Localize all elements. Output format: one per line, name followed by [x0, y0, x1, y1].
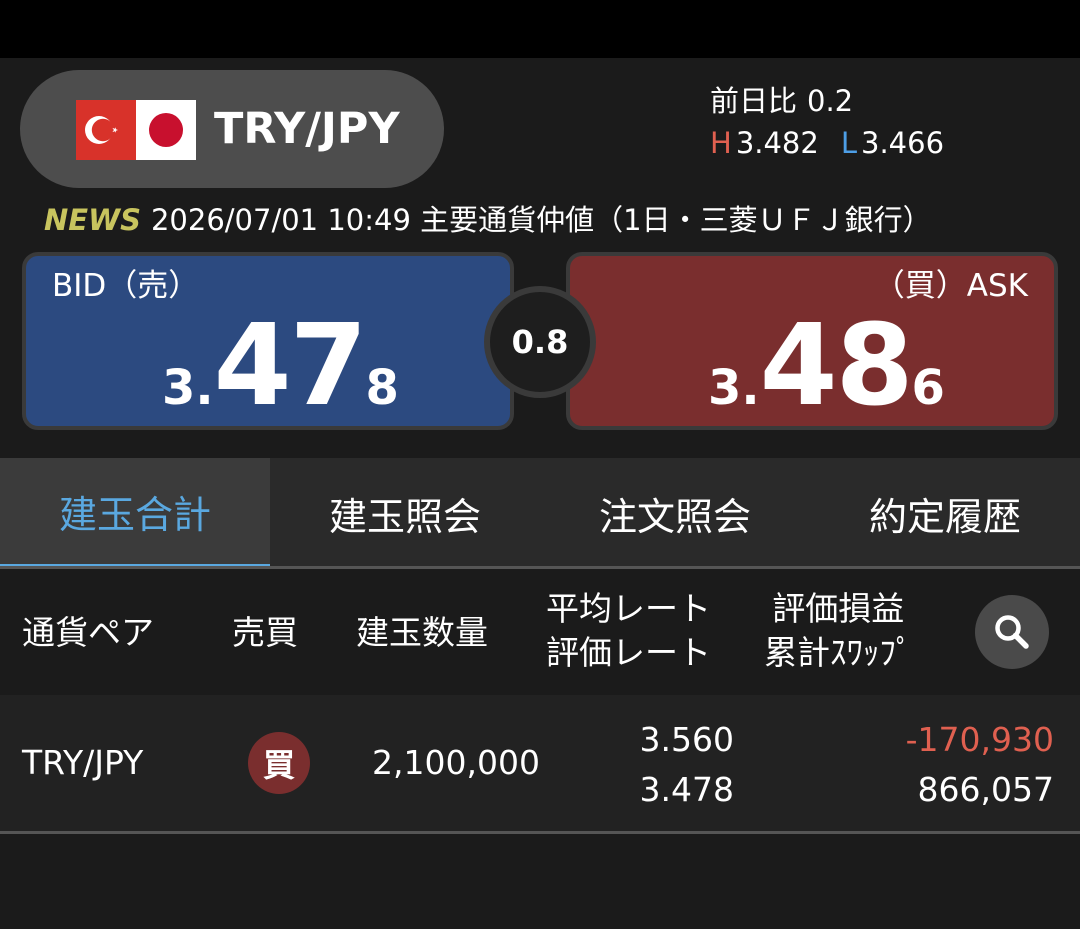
- ask-label: （買）ASK: [873, 268, 1028, 304]
- row-eval-pl: -170,930: [905, 720, 1054, 759]
- table-header: 通貨ペア 売買 建玉数量 平均レート 評価レート 評価損益 累計ｽﾜｯﾌﾟ: [0, 569, 1080, 695]
- header-avg-rate: 平均レート: [546, 589, 711, 628]
- ask-price-main: 48: [759, 301, 914, 431]
- row-swap: 866,057: [917, 770, 1054, 809]
- high-low: H 3.482 L 3.466: [710, 122, 944, 164]
- bid-price-tail: 8: [365, 360, 399, 416]
- row-pair: TRY/JPY: [22, 743, 144, 782]
- bid-price-prefix: 3.: [162, 360, 214, 416]
- bid-label: BID（売）: [52, 268, 200, 304]
- price-stats: 前日比 0.2 H 3.482 L 3.466: [710, 80, 944, 164]
- header-pl: 評価損益 累計ｽﾜｯﾌﾟ: [764, 587, 913, 675]
- row-avg-rate: 3.560: [639, 720, 734, 759]
- prev-day-change: 前日比 0.2: [710, 80, 944, 122]
- status-bar: [0, 0, 1080, 58]
- row-side: 買: [262, 746, 295, 784]
- header-swap: 累計ｽﾜｯﾌﾟ: [764, 633, 913, 672]
- news-text: 2026/07/01 10:49 主要通貨仲値（1日・三菱ＵＦＪ銀行）: [150, 203, 932, 237]
- tab-position-summary[interactable]: 建玉合計: [0, 458, 270, 568]
- tab-order-inquiry[interactable]: 注文照会: [540, 458, 810, 568]
- header-eval-pl: 評価損益: [772, 589, 905, 628]
- search-button[interactable]: [975, 595, 1049, 669]
- high-value: 3.482: [735, 126, 819, 160]
- header-rate: 平均レート 評価レート: [546, 587, 711, 675]
- currency-pair-selector[interactable]: TRY/JPY: [20, 70, 444, 188]
- header-qty: 建玉数量: [356, 613, 488, 652]
- turkey-flag-icon: [76, 100, 136, 160]
- prev-day-label: 前日比: [710, 84, 798, 118]
- row-side-badge: 買: [248, 732, 310, 794]
- spread-badge: 0.8: [484, 286, 596, 398]
- bid-price: 3.478: [162, 310, 399, 422]
- row-divider: [0, 831, 1080, 834]
- row-pl: -170,930 866,057: [906, 715, 1054, 815]
- ask-price-prefix: 3.: [708, 360, 760, 416]
- pair-name: TRY/JPY: [214, 104, 400, 154]
- header-side: 売買: [232, 613, 298, 652]
- table-row[interactable]: TRY/JPY 買 2,100,000 3.560 3.478 -170,930…: [0, 695, 1080, 831]
- japan-flag-icon: [136, 100, 196, 160]
- ask-buy-button[interactable]: （買）ASK 3.486: [566, 252, 1058, 430]
- header-eval-rate: 評価レート: [546, 633, 711, 672]
- bid-sell-button[interactable]: BID（売） 3.478: [22, 252, 514, 430]
- ask-price-tail: 6: [911, 360, 945, 416]
- row-eval-rate: 3.478: [639, 770, 734, 809]
- news-tag: NEWS: [44, 203, 141, 237]
- header-pair: 通貨ペア: [22, 613, 154, 652]
- news-ticker[interactable]: NEWS 2026/07/01 10:49 主要通貨仲値（1日・三菱ＵＦＪ銀行）: [44, 198, 1064, 242]
- row-qty: 2,100,000: [372, 743, 540, 782]
- tab-execution-history[interactable]: 約定履歴: [810, 458, 1080, 568]
- ask-price: 3.486: [708, 310, 945, 422]
- bid-price-main: 47: [213, 301, 368, 431]
- tab-position-inquiry[interactable]: 建玉照会: [270, 458, 540, 568]
- prev-day-value: 0.2: [807, 84, 854, 118]
- spread-value: 0.8: [511, 323, 569, 361]
- row-rates: 3.560 3.478: [640, 715, 734, 815]
- search-icon: [995, 615, 1029, 649]
- low-value: 3.466: [861, 126, 945, 160]
- tab-bar: 建玉合計 建玉照会 注文照会 約定履歴: [0, 458, 1080, 568]
- low-label: L: [840, 126, 858, 160]
- high-label: H: [710, 126, 732, 160]
